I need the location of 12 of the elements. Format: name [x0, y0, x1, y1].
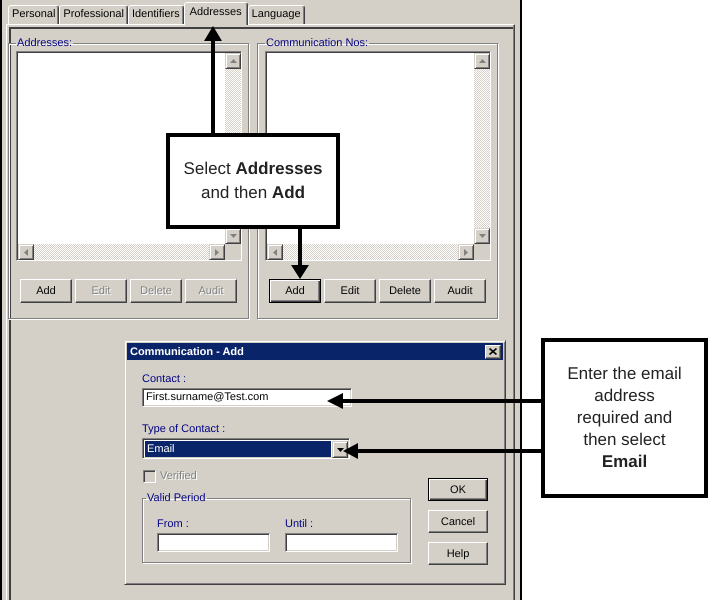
callout-text: Enter the email address required and then select Email	[566, 363, 683, 473]
field-label: Type of Contact :	[142, 423, 226, 436]
field-label: From :	[157, 518, 189, 531]
field-label: Until :	[285, 518, 314, 531]
group-title: Valid Period	[146, 492, 206, 505]
group-title: Communication Nos:	[265, 37, 370, 50]
group-title: Addresses:	[16, 37, 74, 50]
selected-option: Email	[145, 441, 331, 457]
dialog-title: Communication - Add	[130, 346, 244, 358]
checkbox-label: Verified	[160, 470, 197, 483]
field-label: Contact :	[142, 373, 186, 386]
callout-text: Select Addresses and then Add	[182, 158, 324, 204]
